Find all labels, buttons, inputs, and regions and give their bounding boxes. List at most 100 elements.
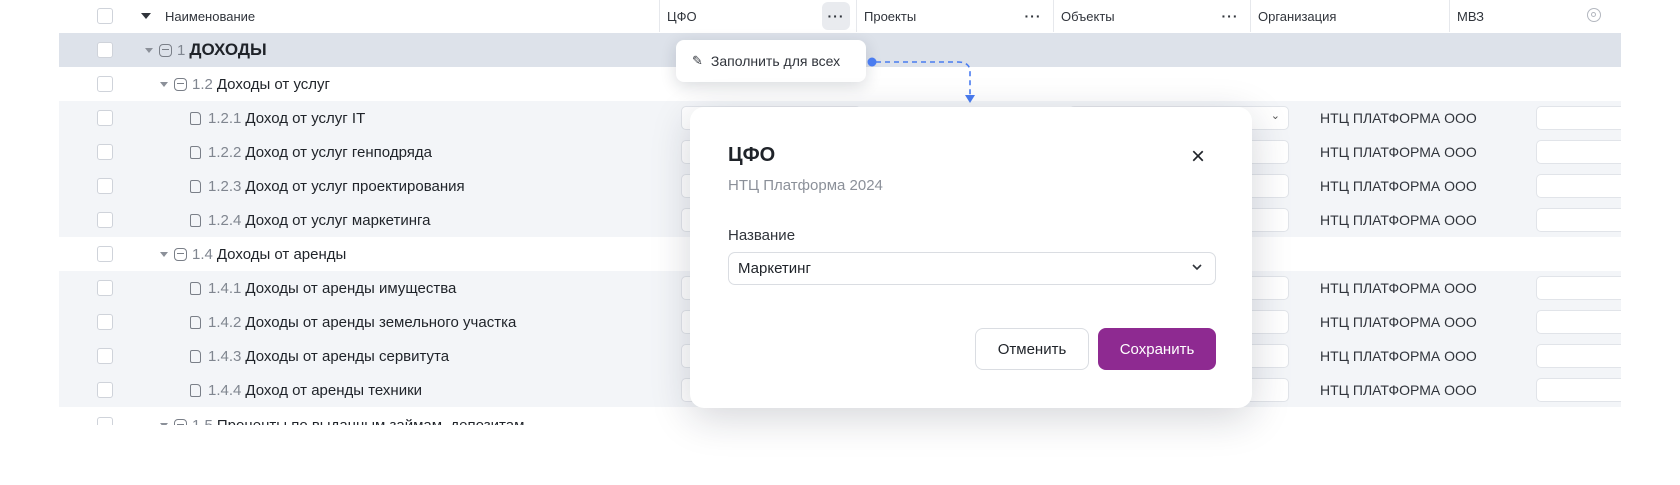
org-cell: НТЦ ПЛАТФОРМА ООО	[1320, 280, 1477, 296]
document-icon	[190, 213, 201, 227]
cfo-modal: ЦФО НТЦ Платформа 2024 × Название Маркет…	[690, 107, 1252, 408]
row-label: Доходы от услуг	[216, 75, 331, 93]
org-cell: НТЦ ПЛАТФОРМА ООО	[1320, 144, 1477, 160]
row-number: 1	[177, 41, 186, 59]
document-icon	[190, 111, 201, 125]
row-name: 1 ДОХОДЫ	[145, 33, 267, 67]
row-name: 1.2.1 Доход от услуг IT	[190, 101, 365, 135]
mvz-cell-input[interactable]	[1536, 106, 1621, 130]
org-cell: НТЦ ПЛАТФОРМА ООО	[1320, 178, 1477, 194]
name-select[interactable]: Маркетинг	[728, 252, 1216, 285]
expand-icon[interactable]	[160, 81, 168, 87]
cfo-more-icon[interactable]: ···	[822, 2, 850, 30]
table-row[interactable]: 1.5 Проценты по выданным займам, депозит…	[59, 408, 1621, 425]
row-checkbox[interactable]	[97, 144, 113, 160]
cancel-button[interactable]: Отменить	[975, 328, 1089, 370]
row-name: 1.4.4 Доход от аренды техники	[190, 373, 422, 407]
settings-gear-icon[interactable]	[1587, 8, 1601, 22]
row-name: 1.4 Доходы от аренды	[160, 237, 346, 271]
document-icon	[190, 145, 201, 159]
mvz-cell-input[interactable]	[1536, 208, 1621, 232]
document-icon	[190, 349, 201, 363]
name-select-value: Маркетинг	[738, 260, 811, 277]
header-mvz-label: МВЗ	[1457, 8, 1484, 24]
row-number: 1.2.4	[208, 211, 242, 229]
expand-icon[interactable]	[145, 47, 153, 53]
row-checkbox[interactable]	[97, 417, 113, 425]
group-folder-icon	[174, 77, 187, 91]
row-label: Доходы от аренды земельного участка	[245, 313, 517, 331]
row-number: 1.4.2	[208, 313, 242, 331]
row-checkbox[interactable]	[97, 280, 113, 296]
row-name: 1.2 Доходы от услуг	[160, 67, 330, 101]
row-checkbox[interactable]	[97, 42, 113, 58]
row-name: 1.2.4 Доход от услуг маркетинга	[190, 203, 431, 237]
row-label: Доход от аренды техники	[245, 381, 423, 399]
header-name-label: Наименование	[165, 8, 256, 24]
field-label: Название	[728, 227, 796, 244]
row-name: 1.4.1 Доходы от аренды имущества	[190, 271, 456, 305]
row-label: Доход от услуг проектирования	[245, 177, 465, 195]
modal-subtitle: НТЦ Платформа 2024	[728, 177, 883, 194]
org-cell: НТЦ ПЛАТФОРМА ООО	[1320, 314, 1477, 330]
header-cfo-label: ЦФО	[667, 8, 697, 24]
modal-title: ЦФО	[728, 144, 776, 166]
row-name: 1.5 Проценты по выданным займам, депозит…	[160, 408, 524, 425]
mvz-cell-input[interactable]	[1536, 174, 1621, 198]
row-name: 1.2.2 Доход от услуг генподряда	[190, 135, 432, 169]
row-number: 1.4	[192, 245, 213, 263]
row-checkbox[interactable]	[97, 178, 113, 194]
mvz-cell-input[interactable]	[1536, 378, 1621, 402]
row-name: 1.4.2 Доходы от аренды земельного участк…	[190, 305, 516, 339]
group-folder-icon	[174, 418, 187, 425]
table-header: Наименование ЦФО ··· Проекты ··· Объекты…	[59, 0, 1621, 32]
save-button[interactable]: Сохранить	[1098, 328, 1216, 370]
header-objects-label: Объекты	[1061, 8, 1115, 24]
mvz-cell-input[interactable]	[1536, 344, 1621, 368]
objects-more-icon[interactable]: ···	[1216, 2, 1244, 30]
fill-all-popover[interactable]: ✎ Заполнить для всех	[676, 40, 866, 82]
close-icon[interactable]: ×	[1188, 145, 1208, 169]
document-icon	[190, 315, 201, 329]
header-projects-label: Проекты	[864, 8, 917, 24]
row-label: Доходы от аренды сервитута	[245, 347, 450, 365]
org-cell: НТЦ ПЛАТФОРМА ООО	[1320, 382, 1477, 398]
expand-icon[interactable]	[160, 422, 168, 425]
row-checkbox[interactable]	[97, 110, 113, 126]
header-cfo: ЦФО	[667, 0, 697, 32]
group-folder-icon	[174, 247, 187, 261]
row-number: 1.5	[192, 416, 213, 426]
row-label: Доход от услуг генподряда	[245, 143, 432, 161]
header-org: Организация	[1258, 0, 1336, 32]
row-number: 1.4.3	[208, 347, 242, 365]
projects-more-icon[interactable]: ···	[1019, 2, 1047, 30]
row-number: 1.4.1	[208, 279, 242, 297]
row-checkbox[interactable]	[97, 212, 113, 228]
select-all-checkbox[interactable]	[97, 8, 113, 24]
row-number: 1.2.3	[208, 177, 242, 195]
row-checkbox[interactable]	[97, 76, 113, 92]
document-icon	[190, 383, 201, 397]
org-cell: НТЦ ПЛАТФОРМА ООО	[1320, 110, 1477, 126]
document-icon	[190, 281, 201, 295]
chevron-down-icon: ⌄	[1270, 110, 1280, 122]
expand-icon[interactable]	[160, 251, 168, 257]
header-name[interactable]: Наименование	[141, 0, 255, 32]
collapse-all-icon[interactable]	[141, 13, 151, 19]
document-icon	[190, 179, 201, 193]
row-label: Доходы от аренды	[216, 245, 347, 263]
row-number: 1.2.1	[208, 109, 242, 127]
mvz-cell-input[interactable]	[1536, 276, 1621, 300]
org-cell: НТЦ ПЛАТФОРМА ООО	[1320, 212, 1477, 228]
group-folder-icon	[159, 43, 172, 57]
row-label: ДОХОДЫ	[189, 40, 267, 59]
row-name: 1.4.3 Доходы от аренды сервитута	[190, 339, 449, 373]
row-checkbox[interactable]	[97, 246, 113, 262]
row-checkbox[interactable]	[97, 348, 113, 364]
row-checkbox[interactable]	[97, 314, 113, 330]
mvz-cell-input[interactable]	[1536, 310, 1621, 334]
row-checkbox[interactable]	[97, 382, 113, 398]
header-mvz: МВЗ	[1457, 0, 1484, 32]
row-number: 1.4.4	[208, 381, 242, 399]
mvz-cell-input[interactable]	[1536, 140, 1621, 164]
